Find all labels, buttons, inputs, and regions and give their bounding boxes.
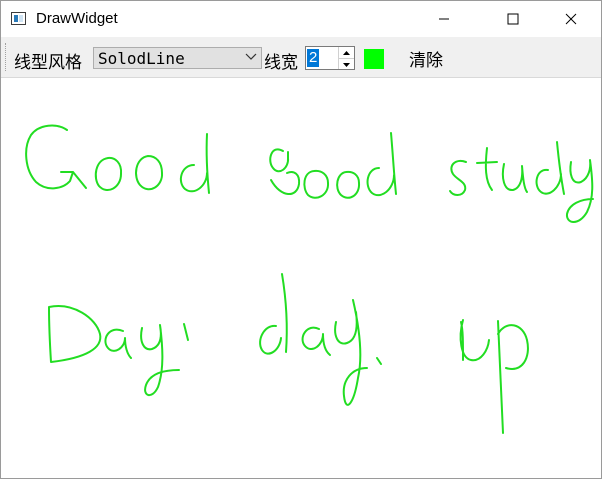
minimize-button[interactable] bbox=[421, 1, 467, 37]
line-width-value[interactable]: 2 bbox=[307, 49, 320, 67]
main-window: DrawWidget 线型风格 SolodLine 线宽 2 清除 bbox=[0, 0, 602, 479]
toolbar-grip[interactable] bbox=[5, 43, 8, 71]
maximize-icon bbox=[507, 13, 519, 25]
line-style-combobox[interactable]: SolodLine bbox=[93, 47, 262, 69]
minimize-icon bbox=[439, 18, 449, 20]
handwriting-drawing bbox=[25, 124, 594, 434]
line-width-spinbox[interactable]: 2 bbox=[305, 46, 355, 70]
window-title: DrawWidget bbox=[36, 10, 118, 27]
spin-buttons bbox=[338, 47, 354, 69]
spin-down-button[interactable] bbox=[339, 58, 354, 70]
handwriting-line-1 bbox=[25, 124, 594, 223]
line-width-label: 线宽 bbox=[264, 53, 298, 73]
clear-button[interactable]: 清除 bbox=[399, 43, 453, 73]
title-bar[interactable]: DrawWidget bbox=[1, 1, 601, 37]
spin-up-button[interactable] bbox=[339, 47, 354, 58]
toolbar: 线型风格 SolodLine 线宽 2 清除 bbox=[1, 37, 601, 78]
maximize-button[interactable] bbox=[490, 1, 536, 37]
app-window-icon bbox=[11, 12, 26, 25]
close-icon bbox=[565, 13, 577, 25]
chevron-down-icon bbox=[245, 53, 257, 60]
handwriting-line-2 bbox=[48, 273, 529, 434]
spin-up-icon bbox=[343, 50, 350, 55]
spin-down-icon bbox=[343, 62, 350, 67]
pen-color-swatch[interactable] bbox=[364, 49, 384, 69]
drawing-canvas[interactable] bbox=[1, 78, 601, 478]
line-style-selected: SolodLine bbox=[98, 49, 185, 68]
line-style-label: 线型风格 bbox=[14, 53, 82, 73]
close-button[interactable] bbox=[548, 1, 594, 37]
